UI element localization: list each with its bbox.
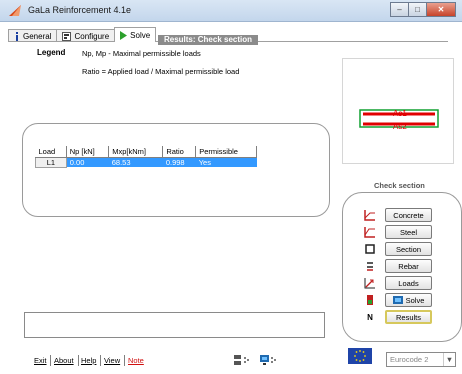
n-icon: N [367, 312, 373, 322]
section-icon [364, 243, 376, 255]
column-ratio[interactable]: Ratio [162, 146, 197, 158]
info-icon [14, 31, 20, 41]
load-results-table: Load Np [kN] Mxp[kNm] Ratio Permissible … [35, 146, 257, 168]
view-link[interactable]: View [104, 356, 120, 365]
configure-icon [62, 31, 72, 41]
tab-bar: General Configure Solve [8, 27, 157, 42]
menu-separator [78, 355, 79, 366]
maximize-button[interactable]: □ [408, 2, 427, 17]
results-header: Results: Check section [158, 35, 258, 45]
cell-permissible[interactable]: Yes [195, 157, 257, 167]
column-permissible[interactable]: Permissible [195, 146, 257, 158]
menu-separator [50, 355, 51, 366]
gala-app-icon [8, 4, 22, 17]
cell-load[interactable]: L1 [35, 156, 67, 168]
rebar-icon [364, 260, 376, 272]
column-np[interactable]: Np [kN] [66, 146, 110, 158]
tab-general-label: General [23, 31, 52, 41]
results-button[interactable]: Results [385, 310, 432, 324]
window-title: GaLa Reinforcement 4.1e [28, 5, 132, 15]
tab-solve[interactable]: Solve [114, 27, 157, 42]
status-box [24, 312, 325, 338]
legend-title: Legend [37, 48, 66, 57]
check-section-title: Check section [374, 181, 425, 190]
solve-button-label: Solve [405, 295, 425, 305]
cell-mxp[interactable]: 68.53 [108, 157, 163, 167]
title-bar: GaLa Reinforcement 4.1e – □ ✕ [0, 0, 462, 22]
solve-icon [392, 296, 403, 304]
steel-icon [364, 226, 376, 238]
eu-flag-icon [348, 348, 372, 364]
concrete-button[interactable]: Concrete [385, 208, 432, 222]
as2-label: As2 [393, 122, 407, 131]
tab-configure-label: Configure [74, 31, 110, 41]
loads-icon [364, 277, 376, 289]
loads-button[interactable]: Loads [385, 276, 432, 290]
section-button[interactable]: Section [385, 242, 432, 256]
table-row[interactable]: L1 0.00 68.53 0.998 Yes [35, 156, 257, 168]
design-code-select[interactable]: Eurocode 2 ▼ [386, 352, 456, 367]
cell-np[interactable]: 0.00 [66, 157, 109, 167]
about-link[interactable]: About [54, 356, 74, 365]
solve-status-icon [364, 294, 376, 306]
help-link[interactable]: Help [81, 356, 96, 365]
tab-solve-label: Solve [130, 30, 151, 40]
design-code-value: Eurocode 2 [390, 355, 429, 364]
section-preview: As1 As2 [342, 58, 454, 164]
concrete-icon [364, 209, 376, 221]
network-icon[interactable] [234, 355, 252, 367]
legend-line-ratio: Ratio = Applied load / Maximal permissib… [82, 67, 240, 76]
monitor-icon[interactable] [260, 355, 278, 367]
chevron-down-icon[interactable]: ▼ [443, 353, 455, 366]
minimize-button[interactable]: – [390, 2, 409, 17]
menu-separator [100, 355, 101, 366]
legend-line-permissible: Np, Mp - Maximal permissible loads [82, 49, 201, 58]
close-button[interactable]: ✕ [426, 2, 456, 17]
load-results-panel [22, 123, 330, 217]
cell-ratio[interactable]: 0.998 [162, 157, 196, 167]
steel-button[interactable]: Steel [385, 225, 432, 239]
column-load[interactable]: Load [35, 146, 67, 158]
menu-separator [124, 355, 125, 366]
solve-button[interactable]: Solve [385, 293, 432, 307]
rebar-button[interactable]: Rebar [385, 259, 432, 273]
exit-link[interactable]: Exit [34, 356, 47, 365]
column-mxp[interactable]: Mxp[kNm] [108, 146, 164, 158]
as1-label: As1 [393, 109, 407, 118]
play-icon [120, 30, 128, 40]
note-link[interactable]: Note [128, 356, 144, 365]
